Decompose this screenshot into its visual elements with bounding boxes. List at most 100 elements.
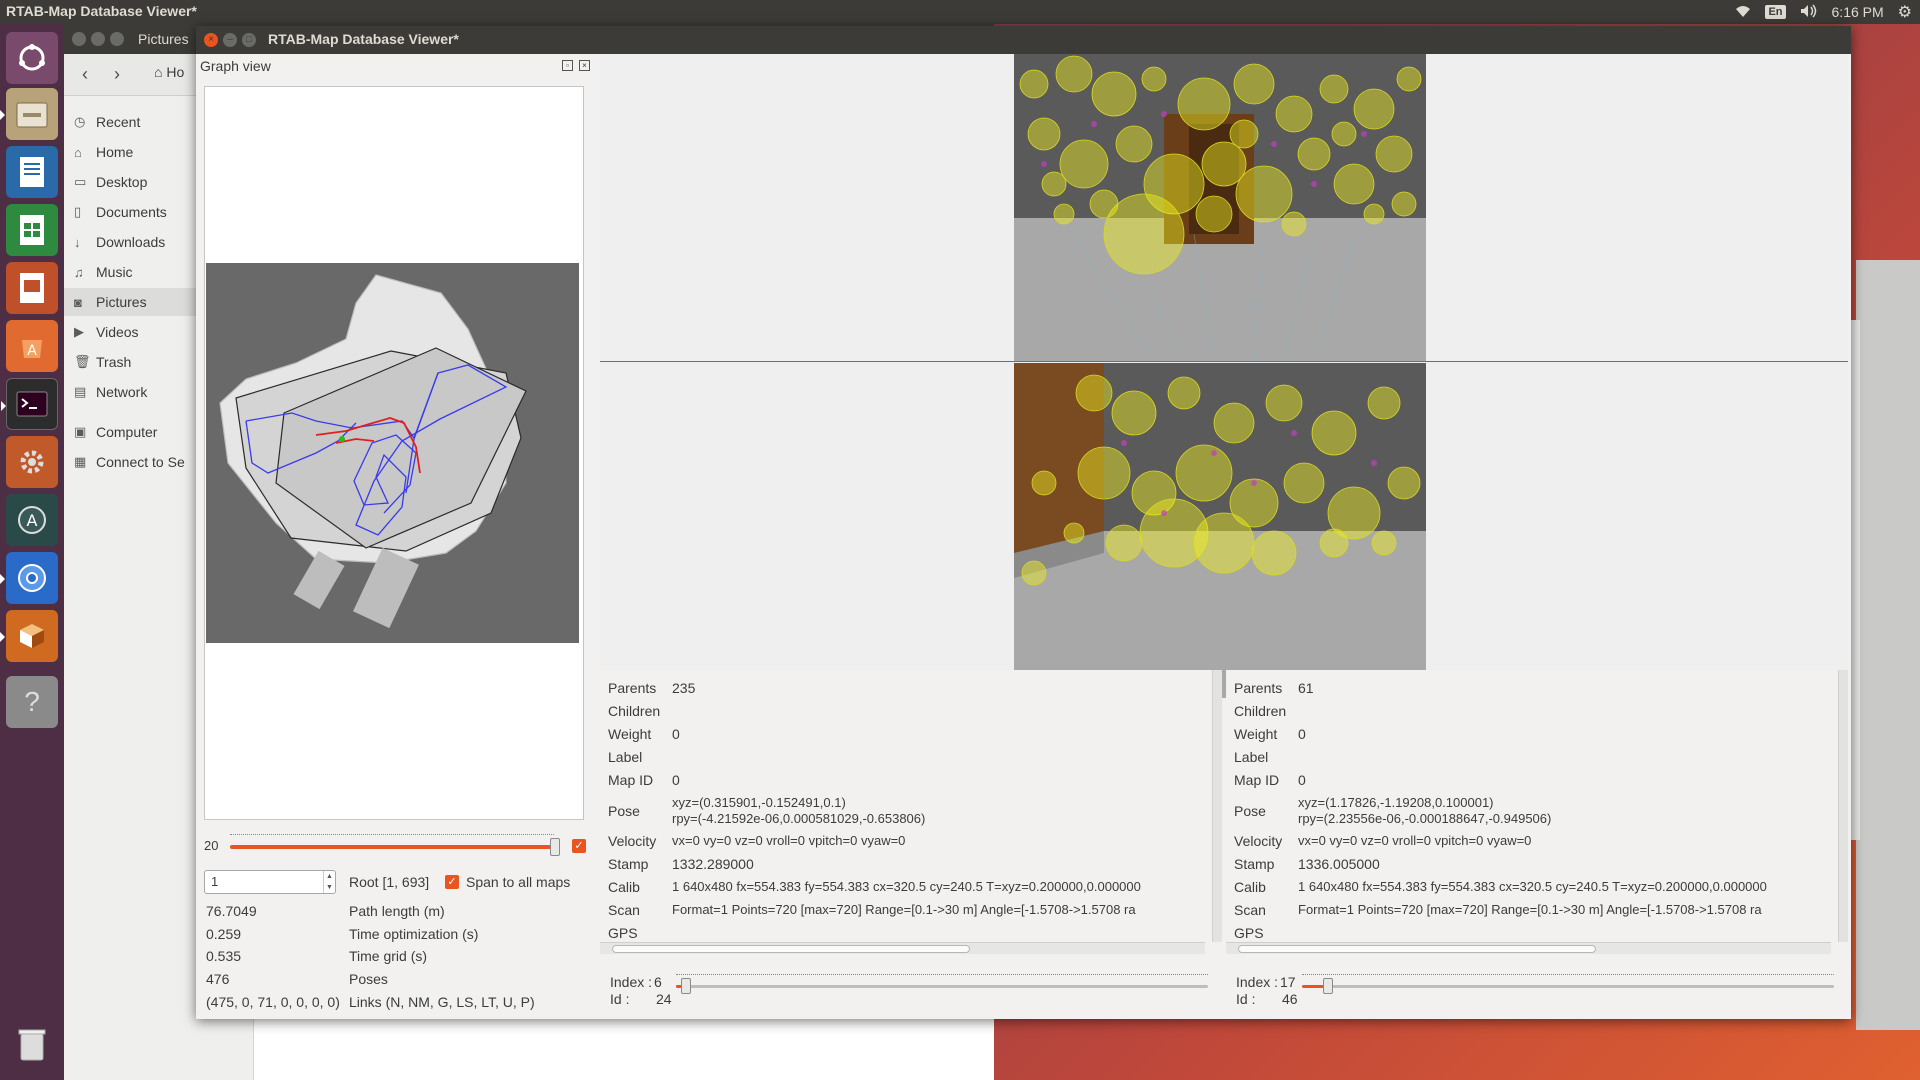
clock[interactable]: 6:16 PM [1832, 4, 1884, 20]
camera-image-bottom[interactable] [1014, 363, 1426, 698]
right-index-slider[interactable] [1302, 974, 1834, 994]
wifi-icon[interactable] [1735, 4, 1751, 21]
graph-view-header: Graph view ▫ × [198, 56, 594, 78]
files-minimize-button[interactable] [91, 32, 105, 46]
sidebar-item-label: Videos [96, 324, 139, 340]
float-dock-icon[interactable]: ▫ [562, 60, 573, 71]
info-key: Map ID [608, 772, 654, 788]
sidebar-item-label: Documents [96, 204, 167, 220]
graph-slider[interactable] [230, 845, 554, 849]
info-key: Stamp [1234, 856, 1275, 872]
info-value: 0 [672, 726, 680, 742]
help-icon[interactable]: ? [6, 676, 58, 728]
terminal-app-icon[interactable] [1, 378, 58, 430]
info-value: 1336.005000 [1298, 856, 1380, 872]
sidebar-item-label: Desktop [96, 174, 148, 190]
right-info-hscroll[interactable] [1226, 942, 1831, 954]
right-index-handle[interactable] [1323, 978, 1333, 994]
stat-label: Path length (m) [349, 903, 445, 919]
sidebar-item-label: Connect to Se [96, 454, 185, 470]
rtabmap-window: × – □ RTAB-Map Database Viewer* Graph vi… [196, 26, 1851, 1019]
info-value: 61 [1298, 680, 1314, 696]
info-key: Velocity [1234, 833, 1283, 849]
info-value: Format=1 Points=720 [max=720] Range=[0.1… [1298, 902, 1762, 917]
info-key: Children [608, 703, 661, 719]
image-view-area [600, 54, 1848, 698]
info-value: 235 [672, 680, 696, 696]
info-key: Calib [608, 879, 640, 895]
impress-app-icon[interactable] [6, 262, 58, 314]
back-icon[interactable]: ‹ [82, 64, 88, 85]
sidebar-item-label: Computer [96, 424, 158, 440]
network-icon: ▤ [74, 384, 87, 399]
info-value: 1 640x480 fx=554.383 fy=554.383 cx=320.5… [1298, 879, 1767, 894]
calc-app-icon[interactable] [6, 204, 58, 256]
left-index-handle[interactable] [681, 978, 691, 994]
camera-image-top[interactable] [1014, 54, 1426, 361]
slider-track[interactable] [676, 985, 1208, 988]
stat-value: 0.535 [206, 948, 242, 964]
files-title: Pictures [138, 31, 189, 47]
trash-launcher-icon[interactable] [6, 1018, 58, 1070]
info-key: Label [1234, 749, 1269, 765]
stat-label: Time grid (s) [349, 948, 428, 964]
breadcrumb-home[interactable]: Ho [166, 64, 184, 80]
info-key: Map ID [1234, 772, 1280, 788]
stat-value: 76.7049 [206, 903, 257, 919]
sidebar-item-label: Trash [96, 354, 132, 370]
info-key: Parents [608, 680, 657, 696]
right-node-info: Parents 61 Children Weight 0 Label Map I… [1226, 670, 1838, 970]
scroll-thumb[interactable] [612, 945, 970, 953]
system-tray: En 6:16 PM ⚙ [1735, 0, 1912, 24]
chromium-app-icon[interactable] [0, 552, 58, 604]
breadcrumb[interactable]: ⌂ Ho [154, 64, 184, 80]
volume-icon[interactable] [1800, 4, 1818, 21]
close-dock-icon[interactable]: × [579, 60, 590, 71]
ubuntu-dash-icon[interactable] [6, 32, 58, 84]
slider-ticks [230, 834, 554, 838]
close-button[interactable]: × [204, 33, 218, 47]
folder-icon: ▭ [74, 174, 87, 189]
trash-icon: 🗑 [74, 354, 91, 369]
writer-app-icon[interactable] [6, 146, 58, 198]
software-center-icon[interactable]: A [6, 320, 58, 372]
left-info-vscroll[interactable] [1212, 670, 1222, 942]
info-key: Weight [1234, 726, 1278, 742]
software-updater-icon[interactable]: A [6, 494, 58, 546]
graph-slider-handle[interactable] [550, 838, 560, 856]
image-view-top[interactable] [600, 54, 1848, 362]
maximize-button[interactable]: □ [242, 33, 256, 47]
files-maximize-button[interactable] [110, 32, 124, 46]
rtabmap-app-icon[interactable] [0, 610, 58, 662]
info-key: Calib [1234, 879, 1266, 895]
gear-icon[interactable]: ⚙ [1898, 2, 1912, 22]
info-key: GPS [608, 925, 638, 941]
root-spinbox[interactable]: 1 ▲ ▼ [204, 870, 336, 894]
keyboard-layout-indicator[interactable]: En [1765, 5, 1786, 19]
files-app-icon[interactable] [0, 88, 58, 140]
minimize-button[interactable]: – [223, 33, 237, 47]
download-icon: ↓ [74, 234, 81, 250]
info-key: Velocity [608, 833, 657, 849]
system-settings-icon[interactable] [6, 436, 58, 488]
scroll-thumb[interactable] [1238, 945, 1596, 953]
graph-view-canvas[interactable] [204, 86, 584, 820]
occupancy-map[interactable] [206, 263, 579, 643]
sidebar-item-label: Home [96, 144, 134, 160]
left-index-slider[interactable] [676, 974, 1208, 994]
image-view-bottom[interactable] [600, 363, 1848, 698]
stat-value: 0.259 [206, 926, 242, 942]
stat-label: Links (N, NM, G, LS, LT, U, P) [349, 994, 535, 1010]
spin-arrows[interactable]: ▲ ▼ [323, 871, 335, 893]
span-maps-checkbox[interactable]: ✓ [445, 875, 459, 889]
graph-slider-checkbox[interactable]: ✓ [572, 839, 586, 853]
right-info-vscroll[interactable] [1838, 670, 1848, 942]
forward-icon[interactable]: › [114, 64, 120, 85]
left-info-hscroll[interactable] [600, 942, 1205, 954]
slider-track[interactable] [1302, 985, 1834, 988]
info-value: 0 [1298, 726, 1306, 742]
files-close-button[interactable] [72, 32, 86, 46]
stat-label: Time optimization (s) [349, 926, 479, 942]
window-title: RTAB-Map Database Viewer* [268, 31, 459, 47]
server-icon: ▦ [74, 454, 87, 469]
